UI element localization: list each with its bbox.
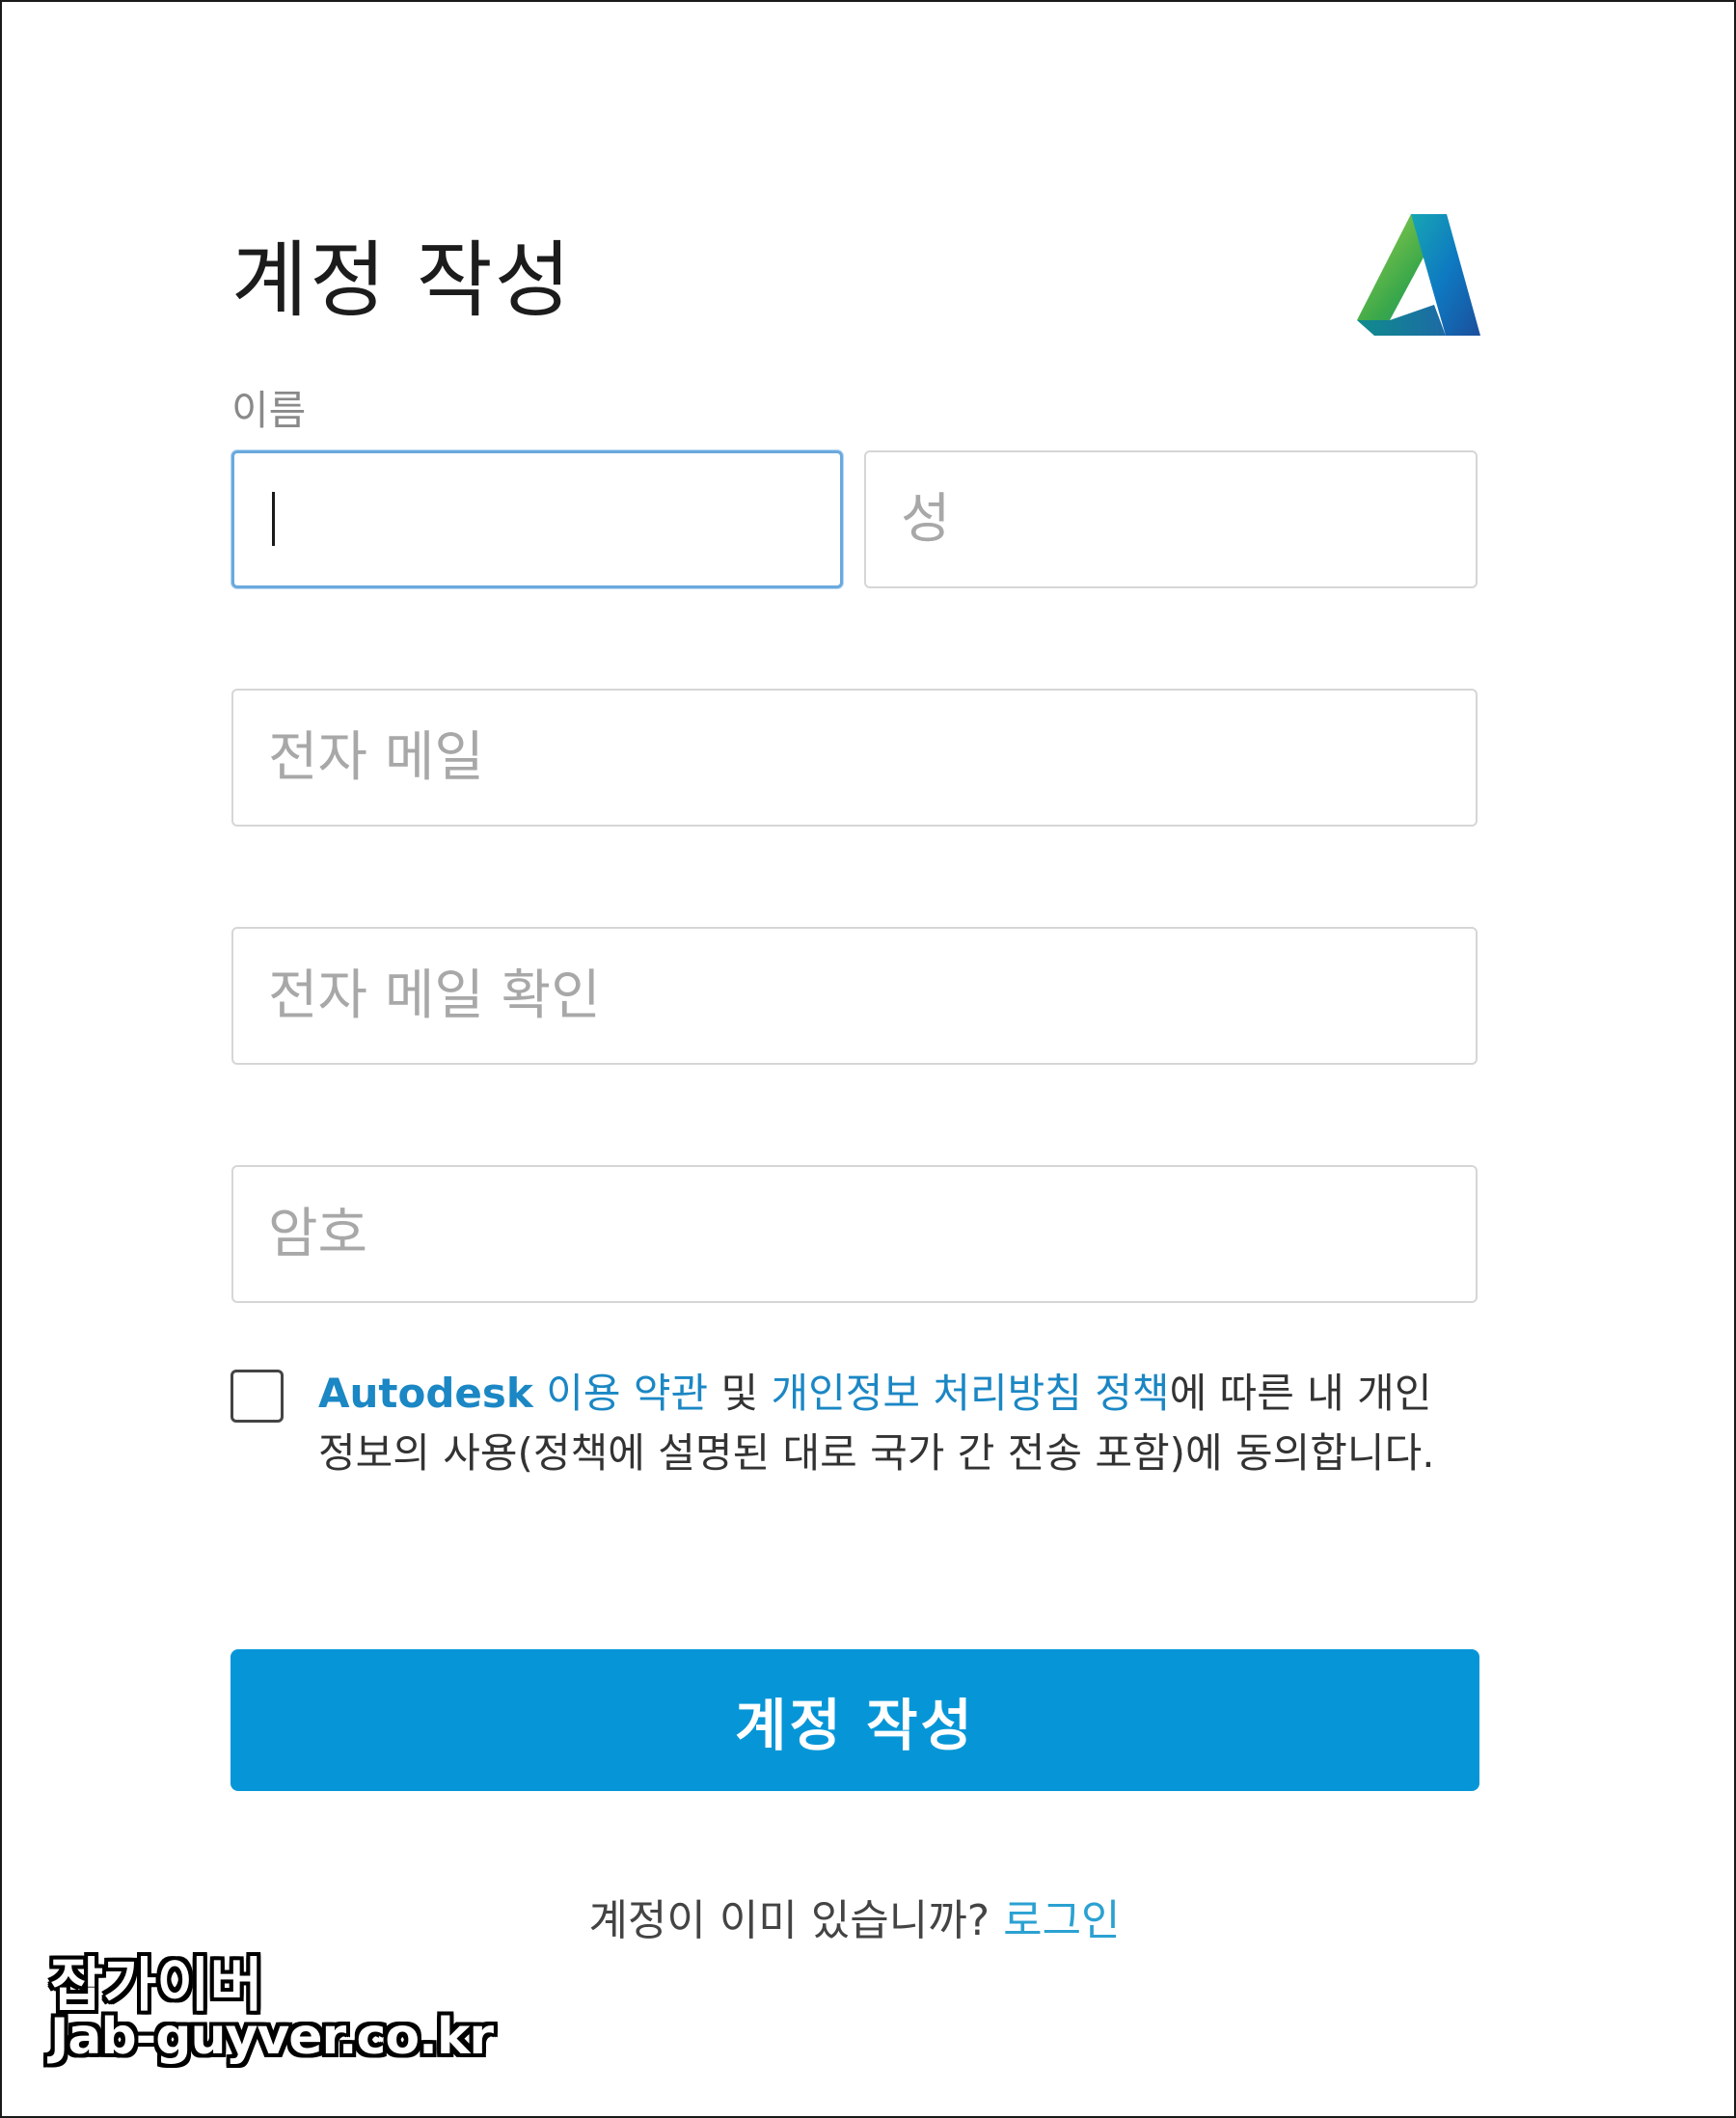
autodesk-brand-text: Autodesk bbox=[318, 1370, 533, 1417]
last-name-input[interactable] bbox=[864, 450, 1478, 588]
text-caret bbox=[272, 492, 275, 546]
create-account-button[interactable]: 계정 작성 bbox=[231, 1649, 1479, 1791]
consent-checkbox[interactable] bbox=[231, 1370, 284, 1423]
signin-question: 계정이 이미 있습니까? bbox=[588, 1896, 1004, 1945]
watermark-url: Jab-guyver.co.kr bbox=[50, 2008, 494, 2066]
terms-of-use-link[interactable]: 이용 약관 bbox=[546, 1370, 708, 1417]
privacy-policy-link[interactable]: 개인정보 처리방침 정책 bbox=[771, 1370, 1169, 1417]
consent-conjunction: 및 bbox=[708, 1370, 772, 1417]
name-label: 이름 bbox=[231, 387, 307, 434]
autodesk-logo-icon bbox=[1357, 214, 1480, 336]
email-input[interactable] bbox=[231, 689, 1478, 827]
signin-link[interactable]: 로그인 bbox=[1003, 1896, 1120, 1945]
password-input[interactable] bbox=[231, 1165, 1478, 1303]
first-name-input[interactable] bbox=[231, 450, 843, 588]
consent-text: Autodesk 이용 약관 및 개인정보 처리방침 정책에 따른 내 개인 정… bbox=[318, 1364, 1476, 1483]
email-confirm-input[interactable] bbox=[231, 927, 1478, 1065]
page-title: 계정 작성 bbox=[231, 232, 573, 329]
